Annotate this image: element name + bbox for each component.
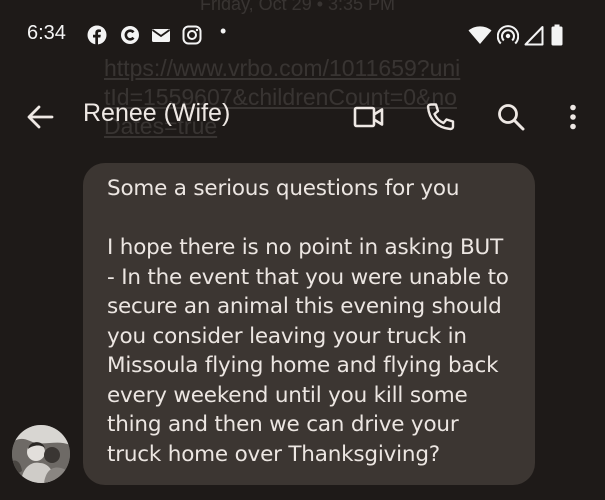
conversation-header: Renee (Wife) (0, 88, 605, 148)
hotspot-icon (497, 25, 519, 45)
mail-icon (151, 29, 171, 42)
wifi-icon (468, 26, 492, 44)
message-text: Some a serious questions for you I hope … (107, 176, 509, 467)
status-bar: 6:34 • (0, 0, 605, 68)
search-icon[interactable] (493, 99, 529, 135)
battery-icon (551, 24, 563, 46)
instagram-icon (182, 25, 202, 45)
c-app-icon (121, 26, 139, 44)
status-dot: • (220, 21, 227, 41)
video-call-icon[interactable] (351, 99, 387, 135)
avatar-photo (12, 425, 70, 483)
phone-icon[interactable] (422, 99, 458, 135)
status-time: 6:34 (27, 22, 66, 44)
more-vert-icon[interactable] (555, 99, 591, 135)
signal-icon (524, 26, 544, 46)
back-arrow-icon[interactable] (22, 99, 58, 135)
facebook-icon (87, 25, 107, 45)
incoming-message-bubble[interactable]: Some a serious questions for you I hope … (83, 163, 535, 485)
sender-avatar[interactable] (12, 425, 70, 483)
contact-name[interactable]: Renee (Wife) (83, 99, 230, 128)
